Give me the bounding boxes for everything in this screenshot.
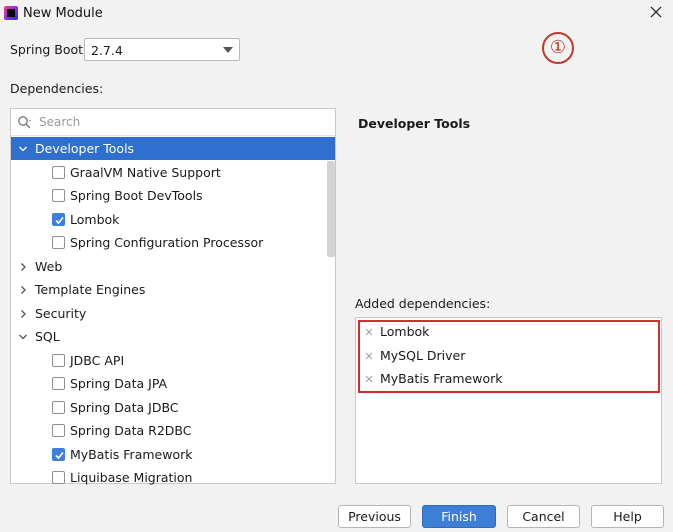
checkbox-unchecked[interactable] — [52, 377, 65, 390]
dependency-label: Liquibase Migration — [70, 470, 193, 485]
added-dependency-label: MySQL Driver — [380, 347, 466, 363]
dependency-label: Lombok — [70, 211, 120, 227]
intellij-logo-icon — [4, 6, 18, 20]
chevron-right-icon[interactable] — [18, 261, 28, 271]
added-dependency-item: MyBatis Framework — [360, 368, 650, 390]
checkbox-unchecked[interactable] — [52, 236, 65, 249]
close-icon[interactable] — [648, 4, 664, 20]
dependency-item-spring-data-jpa[interactable]: Spring Data JPA — [11, 372, 335, 395]
spring-boot-version-value: 2.7.4 — [91, 43, 123, 58]
added-dependency-label: MyBatis Framework — [380, 371, 503, 386]
checkbox-unchecked[interactable] — [52, 165, 65, 179]
dependency-label: Spring Configuration Processor — [70, 235, 264, 250]
search-icon — [17, 115, 31, 129]
remove-icon[interactable] — [364, 350, 374, 360]
dependency-label: MyBatis Framework — [70, 446, 193, 462]
tree-group-web[interactable]: Web — [11, 255, 335, 278]
dependency-label: JDBC API — [70, 352, 125, 368]
spring-boot-label: Spring Boot: — [10, 42, 88, 57]
title-bar: New Module — [0, 0, 673, 28]
dependency-item-jdbc-api[interactable]: JDBC API — [11, 349, 335, 372]
added-dependencies-label: Added dependencies: — [355, 296, 491, 311]
help-button[interactable]: Help — [591, 505, 664, 528]
tree-group-label: Template Engines — [35, 282, 146, 297]
tree-group-label: Security — [35, 305, 87, 321]
checkbox-unchecked[interactable] — [52, 189, 65, 202]
dependency-label: Spring Data JPA — [70, 376, 168, 391]
check-icon — [55, 216, 64, 224]
dependency-label: GraalVM Native Support — [70, 164, 221, 180]
checkbox-unchecked[interactable] — [52, 400, 65, 414]
tree-group-label: Web — [35, 258, 63, 274]
chevron-down-icon — [223, 47, 233, 53]
tree-group-label: Developer Tools — [35, 141, 135, 156]
added-dependency-label: Lombok — [380, 324, 430, 339]
remove-icon[interactable] — [364, 373, 374, 383]
dependency-item-mybatis-framework[interactable]: MyBatis Framework — [11, 443, 335, 466]
checkbox-unchecked[interactable] — [52, 471, 65, 484]
dependencies-tree-panel: Developer Tools GraalVM Native Support Spr… — [10, 108, 336, 485]
dependency-search — [11, 109, 335, 136]
checkbox-unchecked[interactable] — [52, 424, 65, 437]
dependency-item-spring-configuration-processor[interactable]: Spring Configuration Processor — [11, 231, 335, 254]
chevron-down-icon[interactable] — [18, 143, 28, 153]
tree-group-template-engines[interactable]: Template Engines — [11, 278, 335, 301]
tree-group-security[interactable]: Security — [11, 302, 335, 325]
dependency-item-graalvm-native-support[interactable]: GraalVM Native Support — [11, 161, 335, 184]
tree-scrollbar-thumb[interactable] — [327, 161, 335, 257]
chevron-down-icon[interactable] — [18, 331, 28, 341]
checkbox-unchecked[interactable] — [52, 353, 65, 367]
chevron-right-icon[interactable] — [18, 308, 28, 318]
added-dependency-item: MySQL Driver — [360, 345, 650, 367]
dependency-label: Spring Data R2DBC — [70, 423, 192, 438]
check-icon — [55, 451, 64, 459]
added-dependency-item: Lombok — [360, 321, 650, 343]
checkbox-checked[interactable] — [52, 212, 65, 226]
detail-title: Developer Tools — [358, 116, 471, 131]
dependency-item-spring-boot-devtools[interactable]: Spring Boot DevTools — [11, 184, 335, 207]
tree-group-label: SQL — [35, 329, 60, 344]
cancel-button[interactable]: Cancel — [507, 505, 580, 528]
dependency-label: Spring Boot DevTools — [70, 188, 203, 203]
finish-button[interactable]: Finish — [422, 505, 496, 528]
spring-boot-version-select[interactable]: 2.7.4 — [84, 38, 240, 61]
search-input[interactable] — [39, 113, 319, 131]
checkbox-checked[interactable] — [52, 447, 65, 461]
chevron-right-icon[interactable] — [18, 284, 28, 294]
annotation-marker: ① — [542, 32, 574, 64]
dependency-item-lombok[interactable]: Lombok — [11, 208, 335, 231]
dependency-item-liquibase-migration[interactable]: Liquibase Migration — [11, 466, 335, 489]
remove-icon[interactable] — [364, 326, 374, 336]
tree-group-sql[interactable]: SQL — [11, 325, 335, 348]
window-title: New Module — [23, 6, 103, 21]
dependency-label: Spring Data JDBC — [70, 399, 179, 415]
dependencies-label: Dependencies: — [10, 81, 104, 96]
dependency-item-spring-data-jdbc[interactable]: Spring Data JDBC — [11, 396, 335, 419]
dependency-item-spring-data-r2dbc[interactable]: Spring Data R2DBC — [11, 419, 335, 442]
previous-button[interactable]: Previous — [338, 505, 411, 528]
tree-group-developer-tools[interactable]: Developer Tools — [11, 137, 335, 160]
